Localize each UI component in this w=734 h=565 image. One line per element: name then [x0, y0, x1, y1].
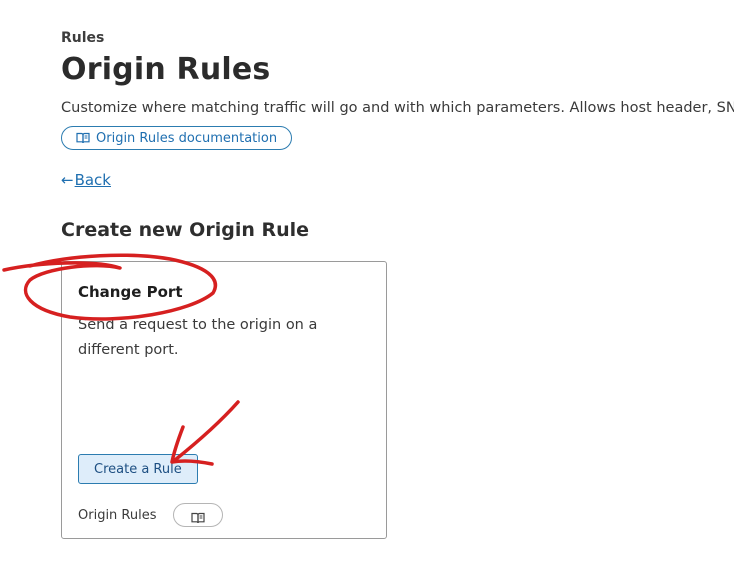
create-rule-heading: Create new Origin Rule	[61, 219, 310, 241]
card-footer-label: Origin Rules	[78, 507, 157, 523]
section-label: Rules	[61, 30, 105, 46]
page-description: Customize where matching traffic will go…	[61, 100, 734, 116]
card-title: Change Port	[78, 283, 183, 301]
change-port-card: Change Port Send a request to the origin…	[61, 261, 387, 539]
card-description: Send a request to the origin on a differ…	[78, 317, 318, 358]
documentation-link-label: Origin Rules documentation	[96, 130, 278, 146]
page: Rules Origin Rules Customize where match…	[61, 0, 734, 565]
back-arrow-icon: ←	[61, 170, 74, 189]
footer-documentation-button[interactable]	[172, 503, 223, 527]
book-icon	[190, 509, 205, 524]
create-rule-button[interactable]: Create a Rule	[78, 454, 198, 484]
book-icon	[76, 132, 90, 144]
back-link-label: Back	[74, 171, 111, 189]
page-title: Origin Rules	[61, 52, 271, 87]
card-footer: Origin Rules	[78, 503, 223, 527]
documentation-link-button[interactable]: Origin Rules documentation	[61, 126, 293, 150]
back-link[interactable]: ← Back	[61, 171, 111, 189]
